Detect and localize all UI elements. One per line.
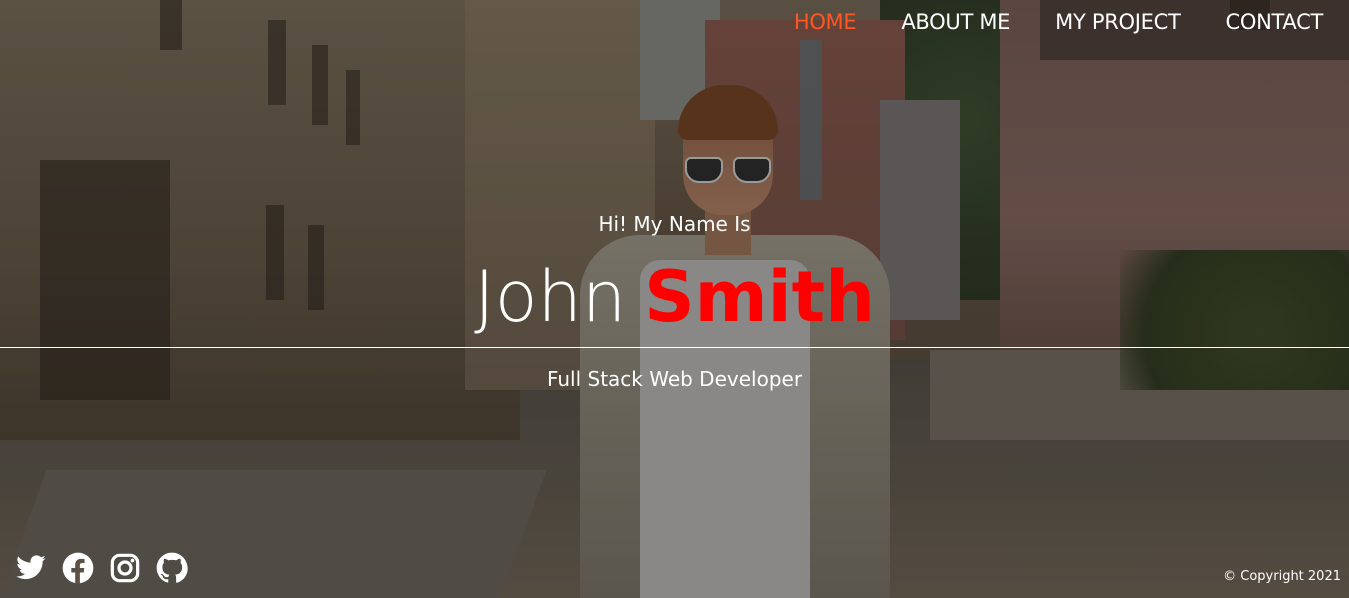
social-links <box>15 552 188 584</box>
copyright-text: © Copyright 2021 <box>1223 569 1341 584</box>
github-icon[interactable] <box>156 552 188 584</box>
nav-item-contact[interactable]: CONTACT <box>1226 10 1324 34</box>
hero-section: HOME ABOUT ME MY PROJECT CONTACT Hi! My … <box>0 0 1349 598</box>
hero-name: John Smith <box>0 252 1349 342</box>
facebook-icon[interactable] <box>62 552 94 584</box>
hero-first-name: John <box>474 256 627 338</box>
main-nav: HOME ABOUT ME MY PROJECT CONTACT <box>794 10 1323 34</box>
hero-greeting: Hi! My Name Is <box>598 212 751 236</box>
instagram-icon[interactable] <box>109 552 141 584</box>
nav-item-about-me[interactable]: ABOUT ME <box>901 10 1010 34</box>
nav-item-my-project[interactable]: MY PROJECT <box>1055 10 1181 34</box>
nav-item-home[interactable]: HOME <box>794 10 857 34</box>
hero-last-name: Smith <box>644 256 875 338</box>
hero-divider <box>0 347 1349 348</box>
twitter-icon[interactable] <box>15 552 47 584</box>
hero-role: Full Stack Web Developer <box>546 367 803 391</box>
